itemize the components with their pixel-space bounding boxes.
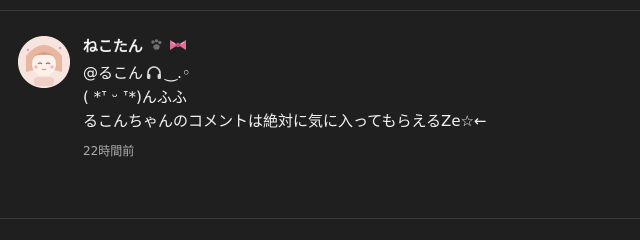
bottom-divider bbox=[0, 218, 640, 219]
comment-timestamp[interactable]: 22時間前 bbox=[83, 142, 628, 159]
ribbon-icon bbox=[170, 40, 187, 50]
avatar[interactable] bbox=[18, 36, 70, 88]
comment-line-2: ( *ᐪ ᵕ ᐪ*)んふふ bbox=[83, 88, 187, 106]
author-name[interactable]: ねこたん bbox=[83, 35, 143, 56]
author-emoji-group bbox=[148, 37, 188, 53]
comment-body: ねこたん @るこん ‿.◦ (*ᐪ ᵕ ᐪ*)んふふ るこんちゃんのコメントは… bbox=[83, 36, 628, 159]
comment-item: ねこたん @るこん ‿.◦ (*ᐪ ᵕ ᐪ*)んふふ るこんちゃんのコメントは… bbox=[18, 36, 628, 159]
mention-link[interactable]: @るこん bbox=[83, 61, 143, 85]
comment-line-3: るこんちゃんのコメントは絶対に気に入ってもらえるZe☆← bbox=[83, 112, 487, 130]
avatar-image bbox=[18, 36, 70, 88]
comment-line-1: @るこん ‿.◦ bbox=[83, 61, 628, 85]
headphones-icon bbox=[147, 66, 162, 79]
comment-header: ねこたん bbox=[83, 34, 628, 56]
comment-line-1-suffix: ‿.◦ bbox=[165, 64, 191, 82]
comment-panel: ねこたん @るこん ‿.◦ (*ᐪ ᵕ ᐪ*)んふふ るこんちゃんのコメントは… bbox=[0, 0, 640, 240]
paw-icon bbox=[151, 39, 162, 50]
top-divider bbox=[0, 10, 640, 11]
